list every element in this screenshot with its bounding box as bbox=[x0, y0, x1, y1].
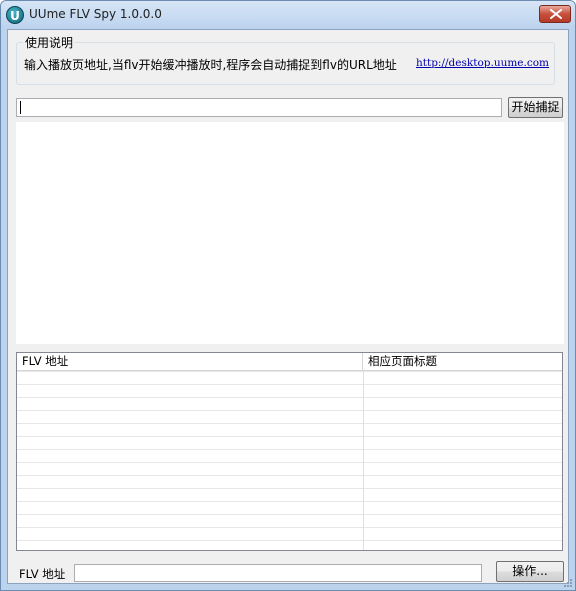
usage-groupbox: 使用说明 输入播放页地址,当flv开始缓冲播放时,程序会自动捕捉到flv的URL… bbox=[16, 34, 555, 85]
column-divider bbox=[363, 371, 364, 550]
flv-url-label: FLV 地址 bbox=[19, 567, 66, 581]
usage-description: 输入播放页地址,当flv开始缓冲播放时,程序会自动捕捉到flv的URL地址 bbox=[24, 58, 397, 72]
close-button[interactable] bbox=[539, 5, 571, 23]
browser-pane[interactable] bbox=[16, 122, 564, 344]
usage-group-title: 使用说明 bbox=[23, 34, 76, 51]
list-header: FLV 地址 相应页面标题 bbox=[17, 353, 562, 371]
app-logo-icon: U bbox=[6, 6, 24, 24]
operate-button[interactable]: 操作... bbox=[496, 561, 564, 582]
column-header-flv-url[interactable]: FLV 地址 bbox=[17, 353, 363, 370]
page-url-input[interactable] bbox=[16, 98, 502, 117]
list-body[interactable] bbox=[17, 371, 562, 550]
flv-list[interactable]: FLV 地址 相应页面标题 bbox=[16, 352, 563, 551]
text-caret bbox=[20, 101, 21, 114]
homepage-link[interactable]: http://desktop.uume.com bbox=[416, 57, 549, 69]
column-header-page-title[interactable]: 相应页面标题 bbox=[363, 353, 562, 370]
window-title: UUme FLV Spy 1.0.0.0 bbox=[29, 7, 162, 21]
start-capture-button[interactable]: 开始捕捉 bbox=[508, 97, 563, 118]
app-window: U UUme FLV Spy 1.0.0.0 使用说明 输入播放页地址,当flv… bbox=[0, 0, 576, 591]
flv-url-field[interactable] bbox=[74, 564, 482, 582]
client-area: 使用说明 输入播放页地址,当flv开始缓冲播放时,程序会自动捕捉到flv的URL… bbox=[7, 29, 569, 584]
close-icon bbox=[550, 9, 562, 19]
title-bar[interactable]: U UUme FLV Spy 1.0.0.0 bbox=[1, 1, 575, 29]
resize-grip-icon[interactable] bbox=[563, 578, 573, 588]
